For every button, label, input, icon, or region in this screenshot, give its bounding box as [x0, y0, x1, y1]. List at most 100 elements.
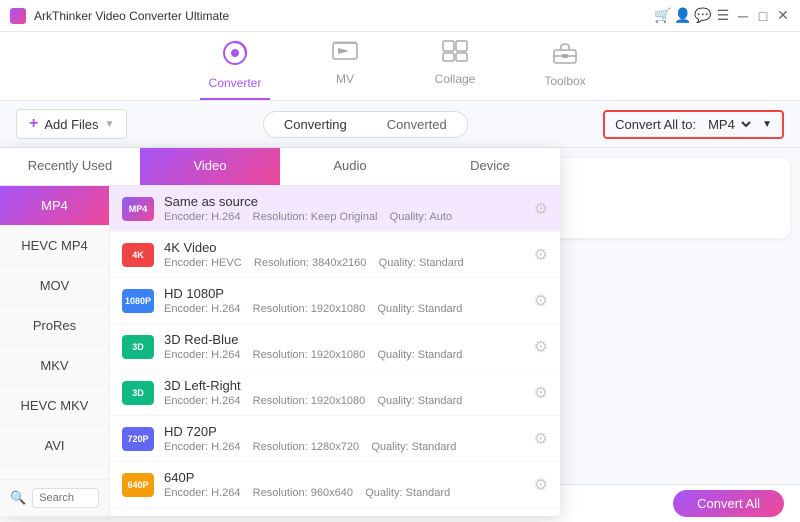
converter-icon [222, 40, 248, 72]
sidebar-item-avi[interactable]: AVI [0, 426, 109, 466]
titlebar-left: ArkThinker Video Converter Ultimate [10, 8, 229, 24]
titlebar-controls: 🛒 👤 💬 ☰ ─ □ ✕ [656, 9, 790, 23]
actionbar: + Add Files ▼ Converting Converted Conve… [0, 101, 800, 148]
tab-converted[interactable]: Converted [367, 112, 467, 137]
format-name: 3D Red-Blue [164, 332, 524, 347]
minimize-icon[interactable]: ─ [736, 9, 750, 23]
format-sidebar: MP4 HEVC MP4 MOV ProRes MKV HEVC MKV AVI… [0, 186, 109, 479]
collage-icon [442, 40, 468, 68]
file-area: Source MKV 9... ⚙ ✂ Recently Used Video … [0, 148, 800, 484]
convert-all-selector: Convert All to: MP4 MKV MOV AVI ▼ [603, 110, 784, 139]
convert-all-label: Convert All to: [615, 117, 696, 132]
nav-collage-label: Collage [435, 72, 476, 86]
format-badge: 1080P [122, 289, 154, 313]
nav-toolbox-label: Toolbox [544, 74, 585, 88]
search-icon: 🔍 [10, 490, 26, 506]
format-meta: Encoder: H.264 Resolution: 960x640 Quali… [164, 487, 524, 499]
tab-converting[interactable]: Converting [264, 112, 367, 137]
sidebar-item-mov[interactable]: MOV [0, 266, 109, 306]
format-settings-icon[interactable]: ⚙ [534, 337, 548, 357]
format-list: MP4 Same as source Encoder: H.264 Resolu… [110, 186, 560, 516]
format-settings-icon[interactable]: ⚙ [534, 383, 548, 403]
format-settings-icon[interactable]: ⚙ [534, 199, 548, 219]
add-files-dropdown-icon[interactable]: ▼ [105, 119, 115, 130]
format-meta: Encoder: H.264 Resolution: 1280x720 Qual… [164, 441, 524, 453]
plus-icon: + [29, 115, 38, 133]
format-badge: MP4 [122, 197, 154, 221]
format-list-item[interactable]: 720P HD 720P Encoder: H.264 Resolution: … [110, 416, 560, 462]
sidebar-item-5k8k[interactable]: 5K/8K Video [0, 466, 109, 479]
format-list-item[interactable]: 576P SD 576P Encoder: H.264 Resolution: … [110, 508, 560, 516]
add-files-label: Add Files [44, 117, 98, 132]
format-list-item[interactable]: 1080P HD 1080P Encoder: H.264 Resolution… [110, 278, 560, 324]
format-settings-icon[interactable]: ⚙ [534, 429, 548, 449]
nav-toolbox[interactable]: Toolbox [530, 40, 600, 100]
chat-icon[interactable]: 💬 [696, 9, 710, 23]
dropdown-tab-device[interactable]: Device [420, 148, 560, 185]
sidebar-item-mkv[interactable]: MKV [0, 346, 109, 386]
sidebar-item-hevc-mkv[interactable]: HEVC MKV [0, 386, 109, 426]
format-details: 3D Left-Right Encoder: H.264 Resolution:… [164, 378, 524, 407]
menu-icon[interactable]: ☰ [716, 9, 730, 23]
nav-mv[interactable]: MV [310, 40, 380, 100]
dropdown-body: MP4 HEVC MP4 MOV ProRes MKV HEVC MKV AVI… [0, 186, 560, 516]
format-list-item[interactable]: 3D 3D Left-Right Encoder: H.264 Resoluti… [110, 370, 560, 416]
format-meta: Encoder: H.264 Resolution: Keep Original… [164, 211, 524, 223]
format-name: 640P [164, 470, 524, 485]
format-meta: Encoder: H.264 Resolution: 1920x1080 Qua… [164, 303, 524, 315]
format-badge: 720P [122, 427, 154, 451]
format-dropdown: Recently Used Video Audio Device MP4 HEV… [0, 148, 560, 516]
sidebar-item-hevc-mp4[interactable]: HEVC MP4 [0, 226, 109, 266]
dropdown-tab-audio[interactable]: Audio [280, 148, 420, 185]
format-list-item[interactable]: 640P 640P Encoder: H.264 Resolution: 960… [110, 462, 560, 508]
add-files-button[interactable]: + Add Files ▼ [16, 109, 127, 139]
main-content: Source MKV 9... ⚙ ✂ Recently Used Video … [0, 148, 800, 484]
format-list-item[interactable]: 3D 3D Red-Blue Encoder: H.264 Resolution… [110, 324, 560, 370]
format-details: HD 720P Encoder: H.264 Resolution: 1280x… [164, 424, 524, 453]
format-name: HD 720P [164, 424, 524, 439]
top-nav: Converter MV Collage [0, 32, 800, 101]
format-settings-icon[interactable]: ⚙ [534, 475, 548, 495]
format-badge: 640P [122, 473, 154, 497]
format-name: 4K Video [164, 240, 524, 255]
format-details: 640P Encoder: H.264 Resolution: 960x640 … [164, 470, 524, 499]
convert-all-select[interactable]: MP4 MKV MOV AVI [704, 116, 754, 133]
format-badge: 3D [122, 381, 154, 405]
titlebar: ArkThinker Video Converter Ultimate 🛒 👤 … [0, 0, 800, 32]
format-details: HD 1080P Encoder: H.264 Resolution: 1920… [164, 286, 524, 315]
format-details: 3D Red-Blue Encoder: H.264 Resolution: 1… [164, 332, 524, 361]
dropdown-tab-video[interactable]: Video [140, 148, 280, 185]
format-badge: 4K [122, 243, 154, 267]
format-meta: Encoder: H.264 Resolution: 1920x1080 Qua… [164, 349, 524, 361]
format-settings-icon[interactable]: ⚙ [534, 291, 548, 311]
toolbox-icon [552, 40, 578, 70]
mv-icon [332, 40, 358, 68]
format-details: Same as source Encoder: H.264 Resolution… [164, 194, 524, 223]
format-list-item[interactable]: MP4 Same as source Encoder: H.264 Resolu… [110, 186, 560, 232]
format-badge: 3D [122, 335, 154, 359]
dropdown-tab-recently-used[interactable]: Recently Used [0, 148, 140, 185]
format-name: 3D Left-Right [164, 378, 524, 393]
format-name: HD 1080P [164, 286, 524, 301]
dropdown-tabs: Recently Used Video Audio Device [0, 148, 560, 186]
format-meta: Encoder: H.264 Resolution: 1920x1080 Qua… [164, 395, 524, 407]
format-name: Same as source [164, 194, 524, 209]
nav-collage[interactable]: Collage [420, 40, 490, 100]
tab-group: Converting Converted [263, 111, 468, 138]
convert-all-button[interactable]: Convert All [673, 490, 784, 517]
nav-mv-label: MV [336, 72, 354, 86]
cart-icon[interactable]: 🛒 [656, 9, 670, 23]
user-icon[interactable]: 👤 [676, 9, 690, 23]
convert-all-arrow: ▼ [762, 119, 772, 130]
maximize-icon[interactable]: □ [756, 9, 770, 23]
titlebar-title: ArkThinker Video Converter Ultimate [34, 9, 229, 23]
format-settings-icon[interactable]: ⚙ [534, 245, 548, 265]
search-input[interactable] [32, 488, 99, 508]
close-icon[interactable]: ✕ [776, 9, 790, 23]
app-icon [10, 8, 26, 24]
sidebar-item-mp4[interactable]: MP4 [0, 186, 109, 226]
nav-converter[interactable]: Converter [200, 40, 270, 100]
format-meta: Encoder: HEVC Resolution: 3840x2160 Qual… [164, 257, 524, 269]
sidebar-item-prores[interactable]: ProRes [0, 306, 109, 346]
format-list-item[interactable]: 4K 4K Video Encoder: HEVC Resolution: 38… [110, 232, 560, 278]
